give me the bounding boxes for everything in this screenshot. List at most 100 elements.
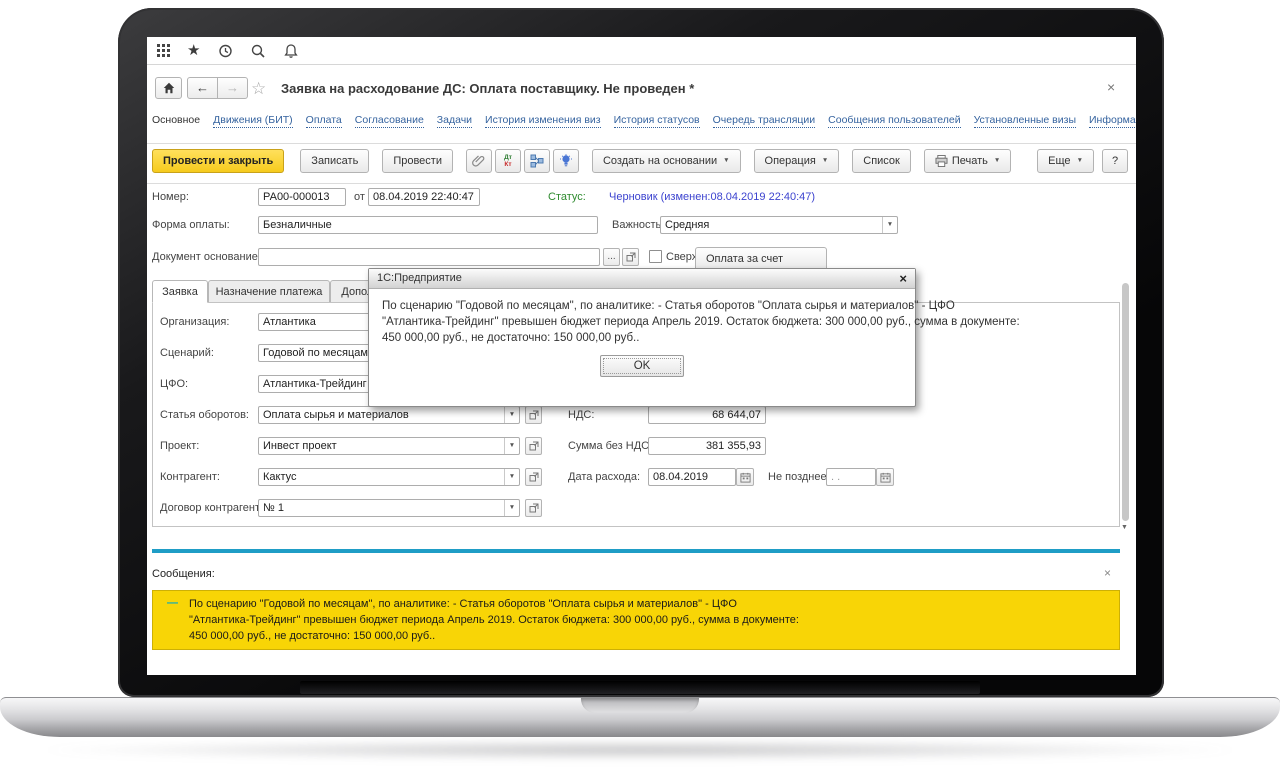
panel-splitter[interactable] xyxy=(152,549,1120,553)
page: ★ ← → ☆ Заявка на расходование ДС: Оплат… xyxy=(0,0,1280,783)
nav-item-osnovnoe[interactable]: Основное xyxy=(152,114,200,128)
scrollbar-down-icon[interactable]: ▼ xyxy=(1121,524,1128,531)
separator xyxy=(147,143,1136,144)
chevron-down-icon[interactable]: ▼ xyxy=(504,500,519,516)
print-button[interactable]: Печать▼ xyxy=(924,149,1011,173)
nav-item-zadachi[interactable]: Задачи xyxy=(437,114,472,128)
nav-item-vizy[interactable]: Установленные визы xyxy=(974,114,1076,128)
nav-links: Основное Движения (БИТ) Оплата Согласова… xyxy=(152,114,1136,128)
contract-value: № 1 xyxy=(263,502,284,514)
hint-lamp-button[interactable] xyxy=(553,149,579,173)
nav-item-informaciya[interactable]: Информация xyxy=(1089,114,1136,128)
notifications-bell-icon[interactable] xyxy=(283,43,299,59)
window-close-icon[interactable]: × xyxy=(1107,79,1115,95)
turnover-item-select[interactable]: Оплата сырья и материалов▼ xyxy=(258,406,520,424)
dt-kt-icon: ДтКт xyxy=(504,154,512,168)
vertical-scrollbar[interactable] xyxy=(1122,283,1129,521)
chevron-down-icon[interactable]: ▼ xyxy=(504,469,519,485)
open-link-icon xyxy=(529,441,539,451)
operation-label: Операция xyxy=(765,150,816,172)
payment-by-account-label: Оплата за счет xyxy=(706,248,783,270)
chevron-down-icon[interactable]: ▼ xyxy=(504,407,519,423)
not-later-calendar-button[interactable] xyxy=(876,468,894,486)
nav-item-istoriya-statusov[interactable]: История статусов xyxy=(614,114,700,128)
scenario-value: Годовой по месяцам xyxy=(263,347,368,359)
counterparty-open-button[interactable] xyxy=(525,468,542,486)
contract-open-button[interactable] xyxy=(525,499,542,517)
home-icon xyxy=(162,81,176,95)
forward-icon: → xyxy=(226,80,239,95)
importance-select[interactable]: Средняя ▼ xyxy=(660,216,898,234)
dialog-line-1: По сценарию "Годовой по месяцам", по ана… xyxy=(382,298,902,314)
document-structure-button[interactable] xyxy=(524,149,550,173)
chevron-down-icon[interactable]: ▼ xyxy=(504,438,519,454)
postings-dt-kt-button[interactable]: ДтКт xyxy=(495,149,521,173)
payment-form-input[interactable]: Безналичные xyxy=(258,216,598,234)
project-select[interactable]: Инвест проект ▼ xyxy=(258,437,520,455)
nav-item-ochered[interactable]: Очередь трансляции xyxy=(713,114,816,128)
back-icon: ← xyxy=(196,80,209,95)
structure-icon xyxy=(530,154,544,168)
ok-button[interactable]: OK xyxy=(600,355,684,377)
expense-date-calendar-button[interactable] xyxy=(736,468,754,486)
vat-label: НДС: xyxy=(568,409,594,421)
more-label: Еще xyxy=(1048,150,1070,172)
tab-naznachenie-platezha[interactable]: Назначение платежа xyxy=(208,280,330,303)
messages-close-icon[interactable]: × xyxy=(1104,566,1111,580)
favorites-star-icon[interactable]: ★ xyxy=(187,44,200,58)
app-screen: ★ ← → ☆ Заявка на расходование ДС: Оплат… xyxy=(147,37,1136,675)
save-button[interactable]: Записать xyxy=(300,149,369,173)
expense-date-label: Дата расхода: xyxy=(568,471,640,483)
list-button[interactable]: Список xyxy=(852,149,911,173)
nav-item-istoriya-viz[interactable]: История изменения виз xyxy=(485,114,601,128)
home-button[interactable] xyxy=(155,77,182,99)
dialog-titlebar[interactable]: 1С:Предприятие × xyxy=(369,269,915,289)
chevron-down-icon[interactable]: ▼ xyxy=(882,217,897,233)
status-link[interactable]: Черновик (изменен:08.04.2019 22:40:47) xyxy=(609,191,815,203)
nav-item-soobshcheniya[interactable]: Сообщения пользователей xyxy=(828,114,960,128)
not-later-input[interactable]: . . xyxy=(826,468,876,486)
counterparty-select[interactable]: Кактус▼ xyxy=(258,468,520,486)
history-icon[interactable] xyxy=(217,43,233,59)
menu-grid-icon[interactable] xyxy=(157,44,170,57)
project-open-button[interactable] xyxy=(525,437,542,455)
nav-item-oplata[interactable]: Оплата xyxy=(306,114,342,128)
forward-button[interactable]: → xyxy=(217,77,248,99)
nav-item-soglasovanie[interactable]: Согласование xyxy=(355,114,424,128)
base-document-choose-button[interactable]: ... xyxy=(603,248,620,266)
turnover-item-open-button[interactable] xyxy=(525,406,542,424)
warning-message-text: По сценарию "Годовой по месяцам", по ана… xyxy=(189,596,799,644)
number-input[interactable]: РА00-000013 xyxy=(258,188,346,206)
contract-select[interactable]: № 1 ▼ xyxy=(258,499,520,517)
search-icon[interactable] xyxy=(250,43,266,59)
number-label: Номер: xyxy=(152,191,189,203)
base-document-open-button[interactable] xyxy=(622,248,639,266)
dialog-close-icon[interactable]: × xyxy=(899,269,907,288)
warning-line-1: По сценарию "Годовой по месяцам", по ана… xyxy=(189,596,799,612)
back-button[interactable]: ← xyxy=(187,77,218,99)
more-button[interactable]: Еще ▼ xyxy=(1037,149,1094,173)
operation-button[interactable]: Операция▼ xyxy=(754,149,840,173)
tab-zayavka[interactable]: Заявка xyxy=(152,280,208,303)
vat-input[interactable]: 68 644,07 xyxy=(648,406,766,424)
nav-item-dvizheniya[interactable]: Движения (БИТ) xyxy=(213,114,293,128)
date-input[interactable]: 08.04.2019 22:40:47 xyxy=(368,188,480,206)
open-link-icon xyxy=(529,410,539,420)
expense-date-input[interactable]: 08.04.2019 xyxy=(648,468,736,486)
separator xyxy=(147,183,1136,184)
create-based-on-button[interactable]: Создать на основании▼ xyxy=(592,149,741,173)
amount-wo-vat-input[interactable]: 381 355,93 xyxy=(648,437,766,455)
importance-label: Важность: xyxy=(612,219,664,231)
post-and-close-button[interactable]: Провести и закрыть xyxy=(152,149,284,173)
attachments-button[interactable] xyxy=(466,149,492,173)
warning-line-3: 450 000,00 руб., не достаточно: 150 000,… xyxy=(189,628,799,644)
favorite-star-outline-icon[interactable]: ☆ xyxy=(251,79,266,99)
counterparty-label: Контрагент: xyxy=(160,471,220,483)
over-budget-checkbox[interactable] xyxy=(649,250,662,263)
open-link-icon xyxy=(626,252,636,262)
chevron-down-icon: ▼ xyxy=(1077,150,1083,172)
post-button[interactable]: Провести xyxy=(382,149,453,173)
base-document-input[interactable] xyxy=(258,248,600,266)
help-button[interactable]: ? xyxy=(1102,149,1128,173)
project-value: Инвест проект xyxy=(263,440,337,452)
